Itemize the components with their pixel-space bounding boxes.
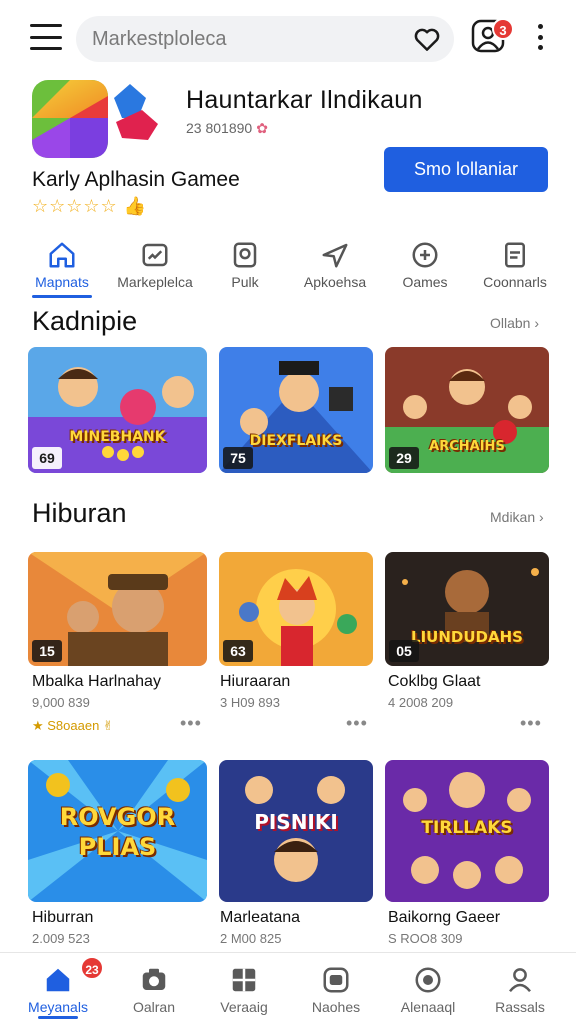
send-icon bbox=[322, 243, 348, 268]
app-title: Hauntarkar Ilndikaun bbox=[186, 86, 423, 114]
tab-label: Pulk bbox=[231, 274, 259, 290]
category-tabs: Mapnats Markeplelca Pulk Apkoehsa Oames … bbox=[0, 236, 576, 298]
tab-markeplelca[interactable]: Markeplelca bbox=[107, 236, 203, 298]
section-title-entertainment: Hiburan bbox=[32, 498, 127, 528]
game-card-4[interactable]: ROVGOR PLIAS bbox=[28, 760, 207, 902]
game-art-title: PISNIKI bbox=[254, 810, 338, 834]
nav-label: Naohes bbox=[311, 999, 361, 1015]
app-name: Karly Aplhasin Gamee bbox=[32, 168, 240, 191]
tab-label: Coonnarls bbox=[483, 274, 547, 290]
section-more-entertainment[interactable]: Mdikan › bbox=[490, 509, 544, 525]
heart-icon[interactable] bbox=[412, 24, 442, 54]
target-icon bbox=[415, 967, 441, 993]
app-logo bbox=[32, 80, 158, 158]
square-icon bbox=[233, 242, 257, 268]
game-card-1[interactable]: 15 bbox=[28, 552, 207, 666]
gamepad-icon bbox=[412, 242, 438, 268]
card-badge: 05 bbox=[389, 640, 419, 662]
top-bar: 3 bbox=[0, 0, 576, 74]
game-card-6[interactable]: TIRLLAKS bbox=[385, 760, 549, 902]
nav-alenaaql[interactable]: Alenaaql bbox=[380, 953, 476, 1024]
card-title: Hiuraaran bbox=[220, 673, 291, 690]
card-subtitle: 4 2008 209 bbox=[388, 695, 454, 710]
card-subtitle: 9,000 839 bbox=[32, 695, 90, 710]
rating-stars-text: ☆☆☆☆☆ bbox=[32, 196, 118, 216]
tab-label: Markeplelca bbox=[117, 274, 193, 290]
notification-badge: 3 bbox=[492, 18, 514, 40]
nav-veraaig[interactable]: Veraaig bbox=[196, 953, 292, 1024]
card-title: Baikorng Gaeer bbox=[388, 909, 501, 926]
tab-label: Mapnats bbox=[35, 274, 89, 290]
home-icon bbox=[46, 968, 70, 992]
featured-card-1[interactable]: MINEBHANK 69 bbox=[28, 347, 207, 473]
card-badge: 15 bbox=[32, 640, 62, 662]
nav-active-indicator bbox=[38, 1016, 78, 1019]
card-badge: 63 bbox=[223, 640, 253, 662]
grid-icon bbox=[232, 968, 256, 992]
card-badge: 75 bbox=[223, 447, 253, 469]
tab-mapnats[interactable]: Mapnats bbox=[14, 236, 110, 298]
featured-card-3[interactable]: ARCHAIHS 29 bbox=[385, 347, 549, 473]
chat-icon bbox=[323, 967, 349, 993]
install-button[interactable]: Smo lollaniar bbox=[384, 147, 548, 192]
sparkle-icon: ✿ bbox=[256, 120, 268, 136]
card-title: Coklbg Glaat bbox=[388, 673, 481, 690]
nav-label: Oalran bbox=[132, 999, 176, 1015]
game-card-2[interactable]: 63 bbox=[219, 552, 373, 666]
game-art-title: MINEBHANK bbox=[69, 429, 166, 445]
nav-rassals[interactable]: Rassals bbox=[472, 953, 568, 1024]
card-subtitle: 2.009 523 bbox=[32, 931, 90, 946]
person-icon bbox=[509, 968, 531, 993]
tab-apkoehsa[interactable]: Apkoehsa bbox=[287, 236, 383, 298]
game-card-3[interactable]: LIUNDUDAHS 05 bbox=[385, 552, 549, 666]
tab-pulk[interactable]: Pulk bbox=[197, 236, 293, 298]
section-more-featured[interactable]: Ollabn › bbox=[490, 315, 539, 331]
nav-label: Rassals bbox=[495, 999, 545, 1015]
tab-oames[interactable]: Oames bbox=[377, 236, 473, 298]
tab-label: Oames bbox=[402, 274, 448, 290]
section-more-text: Ollabn bbox=[490, 315, 531, 331]
active-tab-indicator bbox=[32, 295, 92, 298]
card-badge: 69 bbox=[32, 447, 62, 469]
home-icon bbox=[49, 242, 75, 268]
card-subtitle: 2 M00 825 bbox=[220, 931, 282, 946]
more-options-icon[interactable] bbox=[534, 24, 546, 50]
card-more-icon[interactable]: ••• bbox=[346, 713, 368, 734]
nav-oalran[interactable]: Oalran bbox=[106, 953, 202, 1024]
game-art-title: TIRLLAKS bbox=[421, 818, 513, 838]
nav-notification-badge: 23 bbox=[80, 956, 104, 980]
card-title: Mbalka Harlnahay bbox=[32, 673, 161, 690]
section-more-text: Mdikan bbox=[490, 509, 536, 525]
thumbs-up-icon: 👍 bbox=[123, 196, 148, 216]
nav-naohes[interactable]: Naohes bbox=[288, 953, 384, 1024]
menu-icon[interactable] bbox=[30, 24, 62, 50]
section-title-featured: Kadnipie bbox=[32, 306, 138, 336]
card-rating: ★ S8oaaen ✌ bbox=[32, 718, 114, 733]
game-card-5[interactable]: PISNIKI bbox=[219, 760, 373, 902]
card-more-icon[interactable]: ••• bbox=[520, 713, 542, 734]
featured-card-2[interactable]: DIEXFLAIKS 75 bbox=[219, 347, 373, 473]
app-meta-text: 23 801890 bbox=[186, 120, 253, 136]
tab-coonnarls[interactable]: Coonnarls bbox=[467, 236, 563, 298]
card-badge: 29 bbox=[389, 447, 419, 469]
app-meta: 23 801890 ✿ bbox=[186, 120, 268, 137]
game-art-title: ROVGOR PLIAS bbox=[59, 803, 176, 861]
search-bar[interactable] bbox=[76, 16, 454, 62]
card-more-icon[interactable]: ••• bbox=[180, 713, 202, 734]
dashboard-icon bbox=[142, 243, 168, 267]
nav-label: Meyanals bbox=[28, 999, 88, 1015]
card-title: Hiburran bbox=[32, 909, 94, 926]
document-icon bbox=[505, 242, 525, 268]
nav-label: Alenaaql bbox=[400, 999, 456, 1015]
nav-label: Veraaig bbox=[220, 999, 268, 1015]
tab-label: Apkoehsa bbox=[303, 274, 367, 290]
rating-stars: ☆☆☆☆☆ 👍 bbox=[32, 196, 147, 217]
camera-icon bbox=[142, 968, 166, 990]
search-input[interactable] bbox=[92, 16, 402, 62]
card-subtitle: 3 H09 893 bbox=[220, 695, 280, 710]
card-title: Marleatana bbox=[220, 909, 301, 926]
card-subtitle: S ROO8 309 bbox=[388, 931, 463, 946]
